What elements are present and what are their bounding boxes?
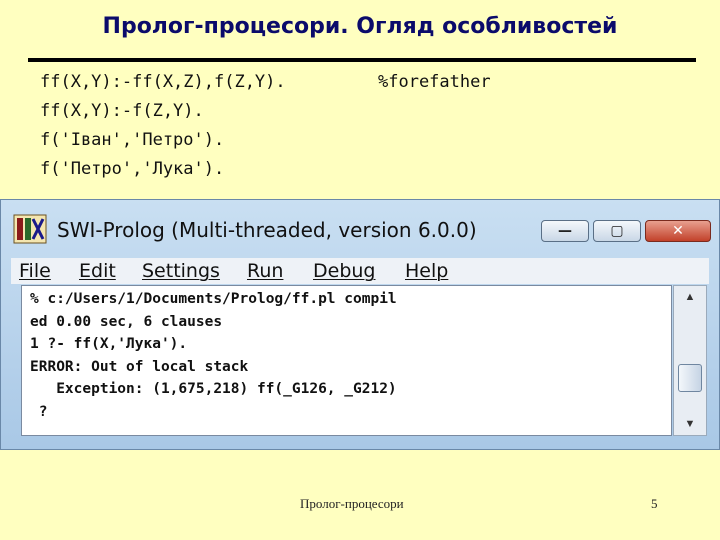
scroll-up-icon[interactable]: ▲: [674, 288, 706, 306]
menu-file[interactable]: File: [19, 258, 51, 284]
scroll-down-icon[interactable]: ▼: [674, 415, 706, 433]
menu-help[interactable]: Help: [405, 258, 448, 284]
console-line: ERROR: Out of local stack: [30, 358, 249, 375]
console-output[interactable]: % c:/Users/1/Documents/Prolog/ff.pl comp…: [21, 285, 672, 436]
console-text: % c:/Users/1/Documents/Prolog/ff.pl comp…: [30, 288, 397, 423]
menu-edit[interactable]: Edit: [79, 258, 116, 284]
swi-prolog-app-icon[interactable]: [13, 214, 47, 244]
minimize-button[interactable]: —: [541, 220, 589, 242]
menu-settings[interactable]: Settings: [142, 258, 220, 284]
close-button[interactable]: ✕: [645, 220, 711, 242]
code-line: f('Іван','Петро').: [40, 130, 225, 150]
menu-run[interactable]: Run: [247, 258, 283, 284]
code-comment: %forefather: [378, 72, 491, 92]
title-divider: [28, 58, 696, 62]
close-icon: ✕: [672, 223, 684, 239]
console-line: 1 ?- ff(X,'Лука').: [30, 336, 188, 352]
swi-prolog-window: SWI-Prolog (Multi-threaded, version 6.0.…: [0, 199, 720, 450]
menu-bar: File Edit Settings Run Debug Help: [11, 258, 709, 284]
window-title: SWI-Prolog (Multi-threaded, version 6.0.…: [57, 218, 477, 242]
console-line: ?: [30, 403, 48, 420]
window-titlebar[interactable]: SWI-Prolog (Multi-threaded, version 6.0.…: [1, 200, 719, 258]
scrollbar-thumb[interactable]: [678, 364, 702, 392]
vertical-scrollbar[interactable]: ▲ ▼: [673, 285, 707, 436]
console-line: % c:/Users/1/Documents/Prolog/ff.pl comp…: [30, 291, 397, 307]
code-line: ff(X,Y):-ff(X,Z),f(Z,Y).: [40, 72, 286, 92]
page-number: 5: [651, 496, 658, 511]
footer-title: Пролог-процесори: [300, 496, 404, 511]
console-line: ed 0.00 sec, 6 clauses: [30, 313, 223, 330]
console-line: Exception: (1,675,218) ff(_G126, _G212): [30, 381, 397, 397]
minimize-icon: —: [558, 223, 572, 239]
code-block: ff(X,Y):-ff(X,Z),f(Z,Y). ff(X,Y):-f(Z,Y).…: [40, 68, 286, 184]
code-line: f('Петро','Лука').: [40, 159, 225, 179]
maximize-icon: ▢: [610, 223, 624, 239]
maximize-button[interactable]: ▢: [593, 220, 641, 242]
code-line: ff(X,Y):-f(Z,Y).: [40, 101, 204, 121]
menu-debug[interactable]: Debug: [313, 258, 375, 284]
slide-title: Пролог-процесори. Огляд особливостей: [102, 14, 618, 39]
